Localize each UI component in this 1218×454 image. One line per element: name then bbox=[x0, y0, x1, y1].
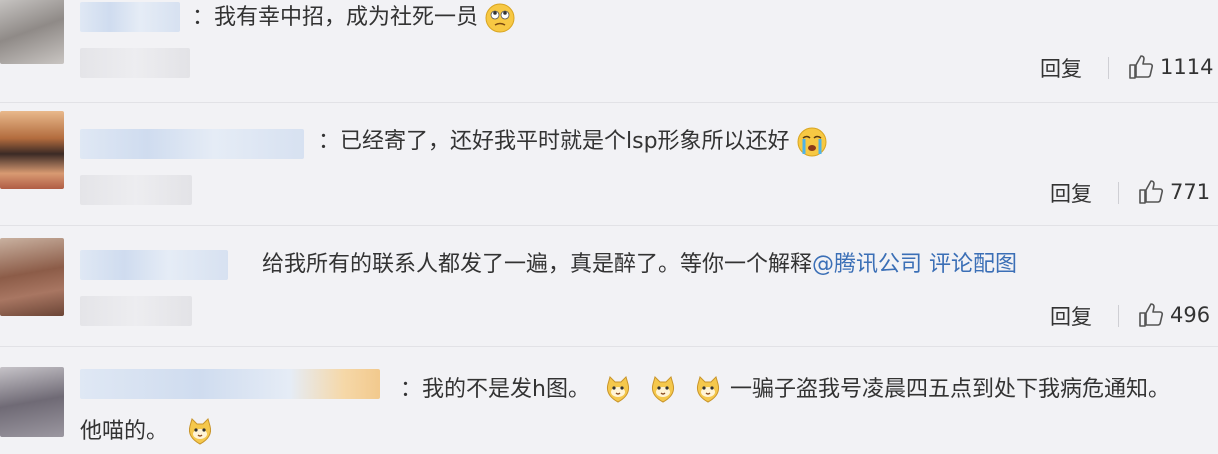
cat-emoji-icon bbox=[651, 376, 674, 403]
thumbs-up-icon bbox=[1139, 303, 1164, 327]
comment-3: 给我所有的联系人都发了一遍，真是醉了。等你一个解释@腾讯公司 评论配图 回复 4… bbox=[0, 226, 1218, 344]
comment-separator: ： bbox=[400, 377, 423, 402]
like-count: 496 bbox=[1170, 303, 1211, 327]
reply-button[interactable]: 回复 bbox=[1050, 178, 1092, 208]
action-divider bbox=[1118, 305, 1119, 327]
cat-emoji-icon bbox=[696, 376, 719, 403]
reply-button[interactable]: 回复 bbox=[1050, 301, 1092, 331]
crying-emoji-icon bbox=[797, 127, 827, 157]
comment-body: 已经寄了，还好我平时就是个lsp形象所以还好 bbox=[340, 129, 790, 154]
eye-roll-emoji-icon bbox=[485, 3, 515, 33]
cat-emoji-icon bbox=[606, 376, 629, 403]
reply-button[interactable]: 回复 bbox=[1040, 53, 1082, 83]
comment-text: ：已经寄了，还好我平时就是个lsp形象所以还好 bbox=[318, 127, 827, 157]
like-count: 1114 bbox=[1160, 55, 1214, 79]
cat-emoji-icon bbox=[189, 418, 212, 445]
like-button[interactable]: 1114 bbox=[1128, 54, 1213, 80]
comment-text-line-2: 他喵的。 bbox=[80, 417, 215, 447]
comment-separator: ： bbox=[318, 129, 341, 154]
thumbs-up-icon bbox=[1129, 55, 1154, 79]
avatar[interactable] bbox=[0, 367, 64, 437]
mention-link[interactable]: @腾讯公司 bbox=[812, 252, 922, 277]
like-button[interactable]: 771 bbox=[1138, 179, 1210, 205]
comment-body: 给我所有的联系人都发了一遍，真是醉了。等你一个解释 bbox=[262, 252, 813, 277]
username-blurred[interactable] bbox=[80, 2, 180, 32]
action-divider bbox=[1118, 182, 1119, 204]
comment-body-end: 他喵的。 bbox=[80, 419, 169, 444]
comment-text: ：我的不是发h图。 一骗子盗我号凌晨四五点到处下我病危通知。 bbox=[400, 375, 1170, 405]
username-blurred[interactable] bbox=[80, 250, 228, 280]
timestamp-blurred bbox=[80, 48, 190, 78]
comment-body-continued: 一骗子盗我号凌晨四五点到处下我病危通知。 bbox=[729, 377, 1170, 402]
image-link[interactable]: 评论配图 bbox=[929, 252, 1017, 277]
like-button[interactable]: 496 bbox=[1138, 302, 1210, 328]
username-blurred[interactable] bbox=[80, 369, 380, 399]
comment-1: ：我有幸中招，成为社死一员 回复 1114 bbox=[0, 0, 1218, 100]
comment-4: ：我的不是发h图。 一骗子盗我号凌晨四五点到处下我病危通知。 他喵的。 bbox=[0, 347, 1218, 454]
thumbs-up-icon bbox=[1139, 180, 1164, 204]
comment-body: 我的不是发h图。 bbox=[422, 377, 590, 402]
timestamp-blurred bbox=[80, 296, 192, 326]
comment-text: 给我所有的联系人都发了一遍，真是醉了。等你一个解释@腾讯公司 评论配图 bbox=[262, 250, 1017, 280]
avatar[interactable] bbox=[0, 238, 64, 316]
like-count: 771 bbox=[1170, 180, 1211, 204]
avatar[interactable] bbox=[0, 111, 64, 189]
comment-body: 我有幸中招，成为社死一员 bbox=[214, 5, 479, 30]
avatar[interactable] bbox=[0, 0, 64, 64]
action-divider bbox=[1108, 57, 1109, 79]
username-blurred[interactable] bbox=[80, 129, 304, 159]
comment-text: ：我有幸中招，成为社死一员 bbox=[192, 3, 515, 33]
comment-separator: ： bbox=[192, 5, 215, 30]
timestamp-blurred bbox=[80, 175, 192, 205]
comment-2: ：已经寄了，还好我平时就是个lsp形象所以还好 回复 771 bbox=[0, 103, 1218, 223]
